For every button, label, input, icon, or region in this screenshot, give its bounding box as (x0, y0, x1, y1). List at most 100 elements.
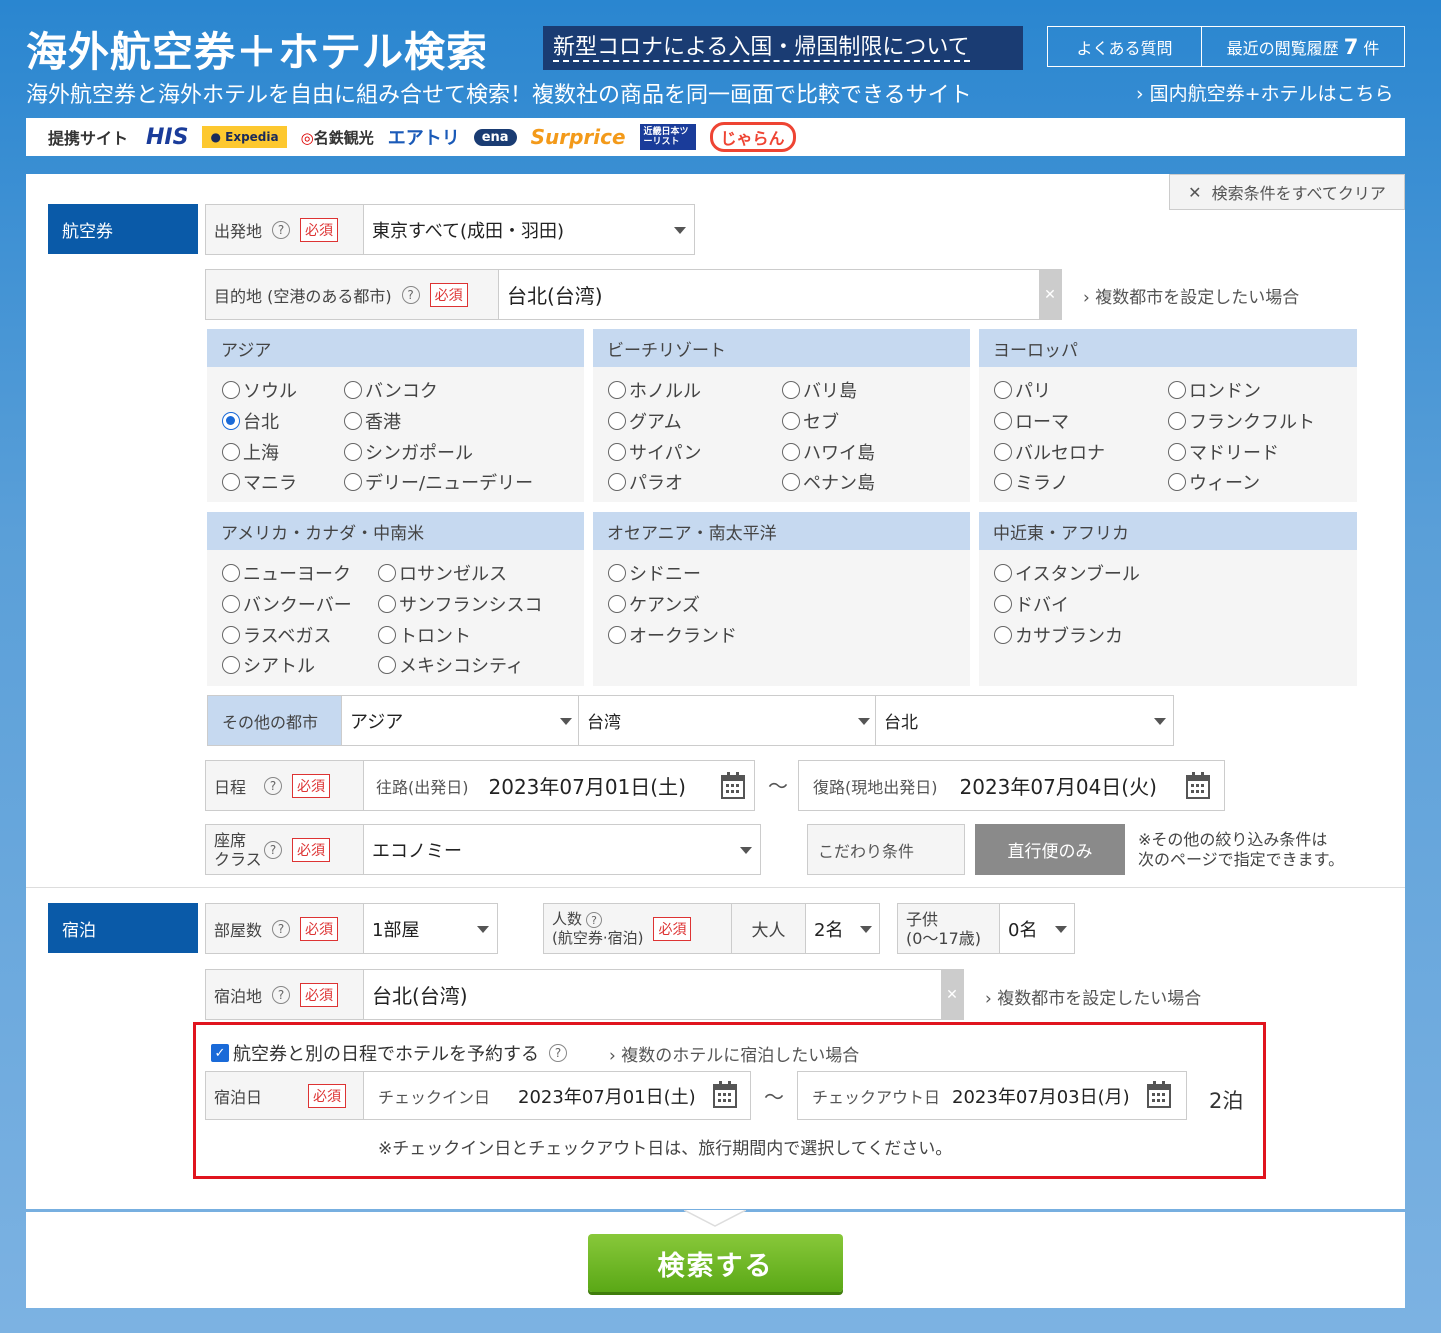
required-badge: 必須 (300, 916, 339, 941)
clear-location-icon[interactable]: ✕ (941, 970, 963, 1019)
city-radio[interactable]: グアム (608, 408, 682, 434)
date-separator: ～ (768, 774, 788, 798)
separate-dates-checkbox[interactable]: ✓ 航空券と別の日程でホテルを予約する? (211, 1040, 567, 1066)
checkin-date[interactable]: 2023年07月01日(土) (510, 1083, 696, 1109)
city-radio[interactable]: カサブランカ (994, 622, 1123, 648)
city-radio[interactable]: ホノルル (608, 377, 701, 403)
hotel-location-field: 宿泊地? 必須 台北(台湾) ✕ (205, 969, 964, 1020)
checkbox-checked-icon: ✓ (211, 1044, 229, 1062)
help-icon[interactable]: ? (272, 919, 291, 938)
city-radio[interactable]: バンクーバー (222, 591, 352, 617)
expedia-logo: ● Expedia (202, 126, 287, 148)
other-region-select[interactable]: アジア (342, 696, 579, 745)
checkout-field: チェックアウト日 2023年07月03日(月) (797, 1071, 1187, 1120)
outbound-date[interactable]: 2023年07月01日(土) (481, 771, 686, 800)
city-radio[interactable]: バリ島 (782, 377, 857, 403)
city-radio[interactable]: ロンドン (1168, 377, 1261, 403)
flight-section-tab: 航空券 (48, 204, 198, 254)
city-radio[interactable]: バルセロナ (994, 439, 1105, 465)
city-radio[interactable]: シアトル (222, 652, 315, 678)
city-radio[interactable]: マニラ (222, 469, 297, 495)
city-radio[interactable]: サンフランシスコ (378, 591, 542, 617)
history-button[interactable]: 最近の閲覧履歴 7 件 (1202, 27, 1404, 66)
city-radio[interactable]: オークランド (608, 622, 737, 648)
city-radio[interactable]: マドリード (1168, 439, 1279, 465)
seat-class-select[interactable]: エコノミー (364, 837, 760, 863)
help-icon[interactable]: ? (586, 912, 603, 928)
multi-hotel-link[interactable]: › 複数のホテルに宿泊したい場合 (609, 1041, 859, 1066)
return-date[interactable]: 2023年07月04日(火) (952, 771, 1157, 800)
required-badge: 必須 (292, 837, 330, 862)
rooms-field: 部屋数? 必須 1部屋 (205, 903, 498, 954)
checkout-label: チェックアウト日 (812, 1087, 941, 1107)
seat-class-label: 座席 クラス (214, 830, 262, 869)
covid-info-link[interactable]: 新型コロナによる入国・帰国制限について (543, 26, 1023, 70)
destination-input[interactable]: 台北(台湾) (499, 280, 1039, 309)
hotel-location-input[interactable]: 台北(台湾) (364, 980, 941, 1009)
origin-select[interactable]: 東京すべて(成田・羽田) (364, 217, 694, 243)
city-radio[interactable]: ケアンズ (608, 591, 700, 617)
clear-destination-icon[interactable]: ✕ (1039, 270, 1061, 319)
city-radio[interactable]: セブ (782, 408, 839, 434)
city-radio[interactable]: パリ (994, 377, 1051, 403)
city-radio[interactable]: メキシコシティ (378, 652, 524, 678)
city-radio-selected[interactable]: 台北 (222, 408, 279, 434)
chevron-down-icon (858, 718, 870, 725)
region-header: ヨーロッパ (979, 329, 1357, 367)
domestic-link[interactable]: › 国内航空券+ホテルはこちら (1136, 79, 1394, 106)
history-label: 最近の閲覧履歴 (1226, 38, 1339, 58)
city-radio[interactable]: サイパン (608, 439, 702, 465)
city-radio[interactable]: イスタンブール (994, 560, 1140, 586)
people-field: 人数? (航空券·宿泊) 必須 大人 2名 (543, 903, 880, 954)
city-radio[interactable]: ペナン島 (782, 469, 875, 495)
city-radio[interactable]: ロサンゼルス (378, 560, 507, 586)
region-asia: アジア ソウル バンコク 台北 香港 上海 シンガポール マニラ デリー/ニュー… (207, 329, 584, 502)
city-radio[interactable]: ローマ (994, 408, 1069, 434)
region-americas: アメリカ・カナダ・中南米 ニューヨーク ロサンゼルス バンクーバー サンフランシ… (207, 512, 584, 686)
help-icon[interactable]: ? (401, 285, 420, 304)
help-icon[interactable]: ? (272, 985, 291, 1004)
multi-city-link[interactable]: › 複数都市を設定したい場合 (1083, 283, 1299, 308)
city-radio[interactable]: ラスベガス (222, 622, 331, 648)
city-radio[interactable]: バンコク (344, 377, 438, 403)
calendar-icon[interactable] (712, 1080, 738, 1110)
calendar-icon[interactable] (720, 771, 746, 801)
required-badge: 必須 (300, 982, 339, 1007)
city-radio[interactable]: パラオ (608, 469, 683, 495)
calendar-icon[interactable] (1185, 771, 1211, 801)
city-radio[interactable]: 上海 (222, 439, 279, 465)
help-icon[interactable]: ? (264, 840, 282, 859)
other-city-select[interactable]: 台北 (876, 696, 1173, 745)
calendar-icon[interactable] (1146, 1080, 1172, 1110)
city-radio[interactable]: 香港 (344, 408, 401, 434)
help-icon[interactable]: ? (264, 776, 282, 795)
city-radio[interactable]: トロント (378, 622, 471, 648)
hotel-location-label: 宿泊地 (214, 986, 263, 1006)
chevron-down-icon (1154, 718, 1166, 725)
faq-button[interactable]: よくある質問 (1048, 27, 1202, 66)
city-radio[interactable]: シンガポール (344, 439, 473, 465)
city-radio[interactable]: フランクフルト (1168, 408, 1315, 434)
checkout-date[interactable]: 2023年07月03日(月) (944, 1083, 1130, 1109)
region-header: アジア (207, 329, 584, 367)
clear-all-button[interactable]: ✕ 検索条件をすべてクリア (1169, 174, 1405, 210)
hotel-multi-city-link[interactable]: › 複数都市を設定したい場合 (985, 984, 1201, 1009)
city-radio[interactable]: ドバイ (994, 591, 1069, 617)
city-radio[interactable]: ニューヨーク (222, 560, 351, 586)
help-icon[interactable]: ? (272, 220, 291, 239)
city-radio[interactable]: シドニー (608, 560, 701, 586)
children-label: 子供 (0～17歳) (898, 904, 1000, 953)
help-icon[interactable]: ? (549, 1044, 567, 1062)
direct-only-button[interactable]: 直行便のみ (975, 824, 1125, 875)
city-radio[interactable]: ハワイ島 (782, 439, 875, 465)
city-radio[interactable]: ウィーン (1168, 469, 1260, 495)
other-country-select[interactable]: 台湾 (579, 696, 876, 745)
city-radio[interactable]: デリー/ニューデリー (344, 469, 533, 495)
return-date-field: 復路(現地出発日) 2023年07月04日(火) (798, 760, 1225, 811)
children-field: 子供 (0～17歳) 0名 (897, 903, 1075, 954)
rooms-label: 部屋数 (214, 920, 263, 940)
city-radio[interactable]: ミラノ (994, 469, 1069, 495)
required-badge: 必須 (308, 1083, 346, 1108)
city-radio[interactable]: ソウル (222, 377, 297, 403)
search-button[interactable]: 検索する (588, 1234, 843, 1292)
